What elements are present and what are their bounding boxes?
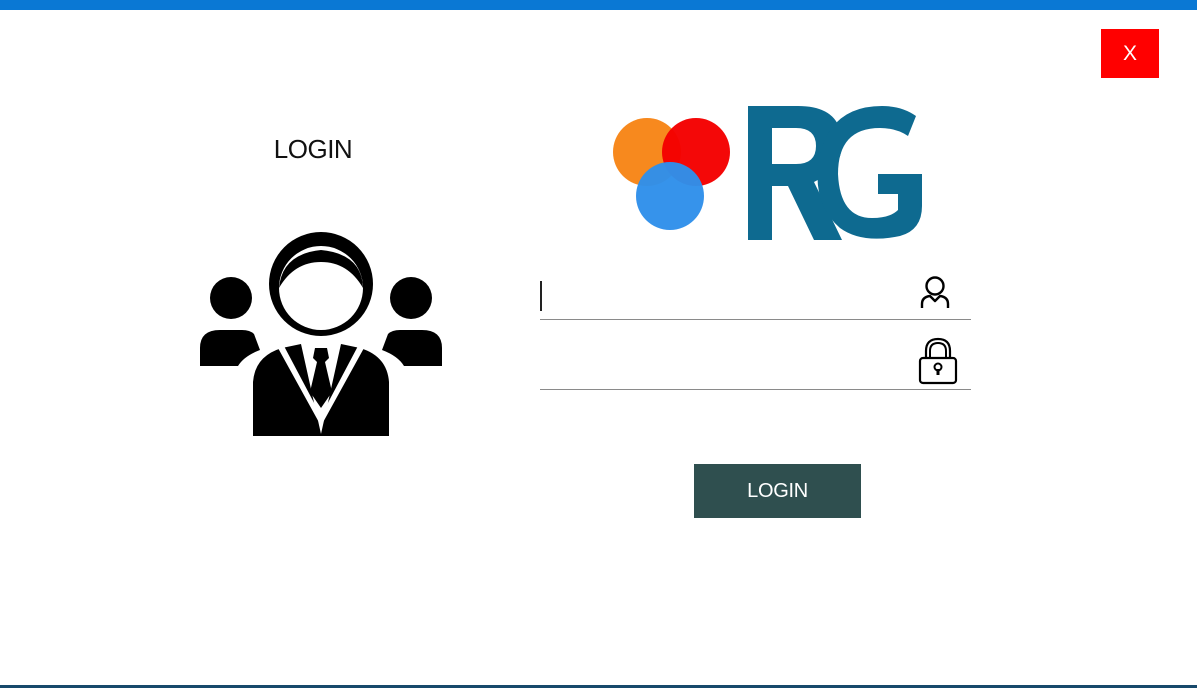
rg-logo-icon [613, 106, 922, 240]
login-button[interactable]: LOGIN [694, 464, 861, 518]
lock-icon [918, 337, 958, 385]
text-cursor [540, 281, 542, 311]
window-top-bar [0, 0, 1197, 10]
username-input[interactable] [540, 273, 910, 313]
password-field [540, 337, 971, 390]
user-icon [920, 276, 950, 308]
close-button[interactable]: X [1101, 29, 1159, 78]
password-input[interactable] [540, 343, 910, 383]
username-field [540, 271, 971, 320]
user-group-icon [200, 232, 442, 436]
login-title: LOGIN [273, 134, 353, 164]
